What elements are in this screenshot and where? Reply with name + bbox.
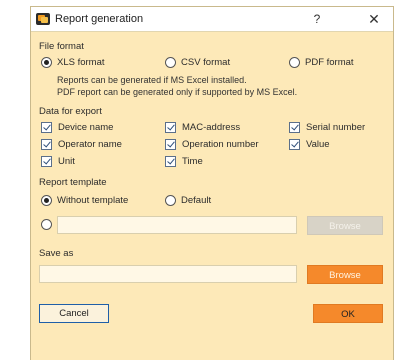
- unit-checkbox[interactable]: Unit: [41, 156, 75, 167]
- radio-unselected-icon: [165, 195, 176, 206]
- without-template-label: Without template: [57, 195, 129, 206]
- checkbox-checked-icon: [165, 122, 176, 133]
- operator-name-checkbox[interactable]: Operator name: [41, 139, 122, 150]
- app-logo-icon: [36, 13, 50, 25]
- time-label: Time: [182, 156, 203, 167]
- value-label: Value: [306, 139, 330, 150]
- device-name-checkbox[interactable]: Device name: [41, 122, 113, 133]
- help-button[interactable]: ?: [307, 10, 327, 28]
- time-checkbox[interactable]: Time: [165, 156, 203, 167]
- file-format-label: File format: [39, 41, 84, 52]
- mac-address-label: MAC-address: [182, 122, 241, 133]
- checkbox-checked-icon: [41, 156, 52, 167]
- radio-unselected-icon: [165, 57, 176, 68]
- csv-format-radio[interactable]: CSV format: [165, 57, 230, 68]
- template-browse-button[interactable]: Browse: [307, 216, 383, 235]
- operation-number-checkbox[interactable]: Operation number: [165, 139, 259, 150]
- operator-name-label: Operator name: [58, 139, 122, 150]
- radio-unselected-icon: [289, 57, 300, 68]
- pdf-format-radio[interactable]: PDF format: [289, 57, 354, 68]
- csv-format-label: CSV format: [181, 57, 231, 68]
- checkbox-checked-icon: [41, 139, 52, 150]
- checkbox-checked-icon: [165, 156, 176, 167]
- mac-address-checkbox[interactable]: MAC-address: [165, 122, 240, 133]
- radio-selected-icon: [41, 57, 52, 68]
- format-note-line2: PDF report can be generated only if supp…: [57, 87, 298, 97]
- without-template-radio[interactable]: Without template: [41, 195, 128, 206]
- data-for-export-label: Data for export: [39, 106, 102, 117]
- ok-button[interactable]: OK: [313, 304, 383, 323]
- title-bar[interactable]: Report generation ? ✕: [31, 7, 393, 32]
- cancel-button[interactable]: Cancel: [39, 304, 109, 323]
- report-template-label: Report template: [39, 177, 107, 188]
- checkbox-checked-icon: [41, 122, 52, 133]
- serial-number-label: Serial number: [306, 122, 366, 133]
- xls-format-radio[interactable]: XLS format: [41, 57, 105, 68]
- pdf-format-label: PDF format: [305, 57, 354, 68]
- save-path-field[interactable]: [39, 265, 297, 283]
- xls-format-label: XLS format: [57, 57, 105, 68]
- save-as-label: Save as: [39, 248, 74, 259]
- format-note-line1: Reports can be generated if MS Excel ins…: [57, 75, 247, 85]
- custom-template-radio[interactable]: [41, 219, 57, 230]
- unit-label: Unit: [58, 156, 75, 167]
- radio-unselected-icon: [41, 219, 52, 230]
- device-name-label: Device name: [58, 122, 114, 133]
- serial-number-checkbox[interactable]: Serial number: [289, 122, 365, 133]
- window-title: Report generation: [55, 13, 144, 25]
- default-template-label: Default: [181, 195, 212, 206]
- close-button[interactable]: ✕: [361, 9, 387, 29]
- radio-selected-icon: [41, 195, 52, 206]
- value-checkbox[interactable]: Value: [289, 139, 330, 150]
- operation-number-label: Operation number: [182, 139, 259, 150]
- template-path-field[interactable]: [57, 216, 297, 234]
- default-template-radio[interactable]: Default: [165, 195, 211, 206]
- report-generation-dialog: Report generation ? ✕ File format XLS fo…: [30, 6, 394, 360]
- checkbox-checked-icon: [289, 122, 300, 133]
- save-browse-button[interactable]: Browse: [307, 265, 383, 284]
- checkbox-checked-icon: [165, 139, 176, 150]
- checkbox-checked-icon: [289, 139, 300, 150]
